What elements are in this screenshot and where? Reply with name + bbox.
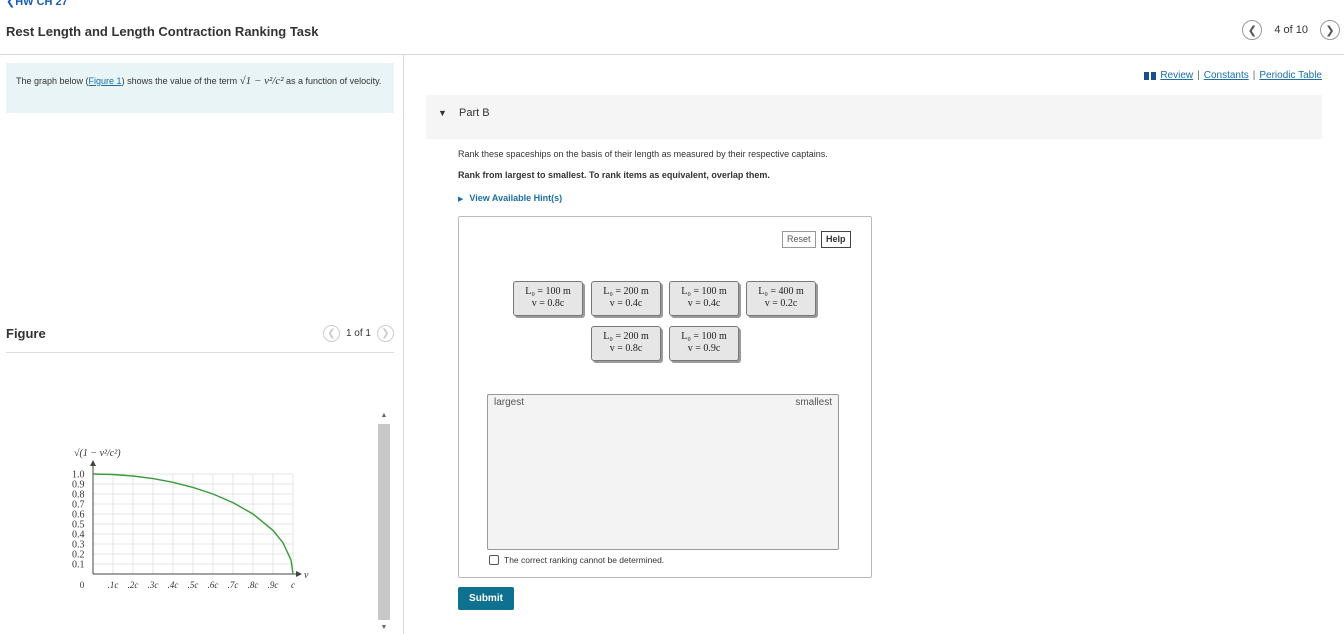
part-b-header[interactable]: ▼ Part B	[426, 95, 1322, 139]
view-hints-link[interactable]: ▶ View Available Hint(s)	[458, 193, 562, 203]
x-axis-label: v	[304, 570, 309, 581]
review-link[interactable]: Review	[1160, 70, 1193, 81]
tile-length: L₀ = 100 m	[681, 286, 727, 297]
instruction-text: Rank these spaceships on the basis of th…	[458, 149, 828, 159]
x-tick-label: .9c	[268, 580, 279, 590]
spaceship-tile[interactable]: L₀ = 200 m v = 0.8c	[591, 326, 661, 361]
x-tick-label: .3c	[148, 580, 159, 590]
link-separator: |	[1252, 70, 1256, 81]
chevron-right-icon: ❯	[381, 328, 390, 339]
y-axis-arrow	[90, 460, 96, 466]
y-tick-labels: 1.00.90.80.70.60.50.40.30.20.1	[72, 470, 85, 571]
ranking-panel: Reset Help L₀ = 100 m v = 0.8c L₀ = 200 …	[458, 216, 872, 578]
next-item-button[interactable]: ❯	[1320, 20, 1340, 40]
tile-speed: v = 0.8c	[531, 298, 565, 309]
intro-text-end: as a function of velocity.	[283, 76, 382, 86]
sqrt-term: √1 − v²/c²	[239, 75, 284, 87]
figure-link[interactable]: Figure 1	[89, 76, 122, 86]
figure-count: 1 of 1	[345, 328, 371, 339]
spaceship-tile[interactable]: L₀ = 100 m v = 0.8c	[513, 281, 583, 316]
scroll-down-icon[interactable]: ▼	[377, 622, 391, 634]
cannot-determine-row[interactable]: The correct ranking cannot be determined…	[489, 555, 664, 565]
breadcrumb-link[interactable]: ❮HW CH 27	[6, 0, 68, 8]
scroll-thumb[interactable]	[378, 424, 390, 620]
smallest-label: smallest	[795, 397, 832, 408]
intro-panel: The graph below (Figure 1) shows the val…	[6, 63, 394, 113]
spaceship-tile[interactable]: L₀ = 400 m v = 0.2c	[746, 281, 816, 316]
chart-axes	[90, 460, 302, 577]
tile-speed: v = 0.2c	[764, 298, 798, 309]
cannot-determine-checkbox[interactable]	[489, 555, 499, 565]
tile-speed: v = 0.8c	[609, 343, 643, 354]
next-figure-button[interactable]: ❯	[377, 325, 394, 342]
x-tick-label: .8c	[248, 580, 259, 590]
x-tick-label: .5c	[188, 580, 199, 590]
caret-right-icon: ▶	[458, 196, 464, 203]
periodic-table-link[interactable]: Periodic Table	[1259, 70, 1322, 81]
scroll-up-icon[interactable]: ▲	[377, 410, 391, 422]
ranking-drop-zone[interactable]: largest smallest	[487, 394, 839, 550]
spaceship-tile[interactable]: L₀ = 200 m v = 0.4c	[591, 281, 661, 316]
tile-speed: v = 0.4c	[609, 298, 643, 309]
cannot-determine-label: The correct ranking cannot be determined…	[504, 555, 665, 565]
tile-speed: v = 0.9c	[687, 343, 721, 354]
tile-length: L₀ = 100 m	[525, 286, 571, 297]
chart-grid	[93, 473, 294, 574]
y-axis-label: √(1 − v²/c²)	[74, 448, 121, 459]
book-icon	[1144, 71, 1157, 80]
prev-figure-button[interactable]: ❮	[322, 325, 340, 342]
figure-scrollbar[interactable]: ▲ ▼	[377, 410, 391, 634]
spaceship-tile[interactable]: L₀ = 100 m v = 0.9c	[669, 326, 739, 361]
rank-instruction: Rank from largest to smallest. To rank i…	[458, 170, 770, 180]
tile-length: L₀ = 400 m	[758, 286, 804, 297]
item-count: 4 of 10	[1274, 24, 1308, 36]
x-tick-label: .1c	[108, 580, 119, 590]
x-tick-label: 0	[80, 580, 85, 590]
x-tick-labels: 0 .1c .2c .3c .4c .5c .6c .7c .8c .9c c	[80, 580, 295, 590]
tile-length: L₀ = 200 m	[603, 331, 649, 342]
item-pager: ❮ 4 of 10 ❯	[1242, 20, 1340, 40]
submit-button[interactable]: Submit	[458, 587, 514, 610]
tile-speed: v = 0.4c	[687, 298, 721, 309]
x-tick-label: .6c	[208, 580, 219, 590]
tile-length: L₀ = 200 m	[603, 286, 649, 297]
constants-link[interactable]: Constants	[1204, 70, 1249, 81]
x-tick-label: .7c	[228, 580, 239, 590]
y-tick-label: 0.1	[72, 560, 85, 571]
x-tick-label: .4c	[168, 580, 179, 590]
lorentz-graph: 1.00.90.80.70.60.50.40.30.20.1 0.1c .2c .3…	[72, 448, 309, 590]
hints-label: View Available Hint(s)	[469, 193, 563, 203]
x-tick-label: c	[291, 580, 295, 590]
intro-text-mid: ) shows the value of the term	[121, 76, 240, 86]
resource-links: Review | Constants | Periodic Table	[1144, 70, 1322, 81]
figure-title: Figure	[6, 326, 46, 341]
chevron-left-icon: ❮	[1247, 24, 1257, 37]
tile-length: L₀ = 100 m	[681, 331, 727, 342]
reset-button[interactable]: Reset	[782, 231, 816, 248]
intro-text-start: The graph below (	[16, 76, 89, 86]
chevron-right-icon: ❯	[1325, 24, 1335, 37]
spaceship-tile[interactable]: L₀ = 100 m v = 0.4c	[669, 281, 739, 316]
x-tick-label: .2c	[128, 580, 139, 590]
x-axis-arrow	[296, 571, 302, 577]
part-label: Part B	[459, 107, 490, 119]
figure-header: Figure ❮ 1 of 1 ❯	[6, 325, 394, 353]
help-button[interactable]: Help	[821, 231, 851, 248]
collapse-triangle-icon[interactable]: ▼	[438, 108, 447, 118]
figure-pager: ❮ 1 of 1 ❯	[322, 325, 394, 342]
prev-item-button[interactable]: ❮	[1242, 20, 1263, 40]
page-title: Rest Length and Length Contraction Ranki…	[6, 24, 319, 39]
chevron-left-icon: ❮	[327, 328, 336, 339]
link-separator: |	[1197, 70, 1200, 81]
largest-label: largest	[494, 397, 525, 408]
